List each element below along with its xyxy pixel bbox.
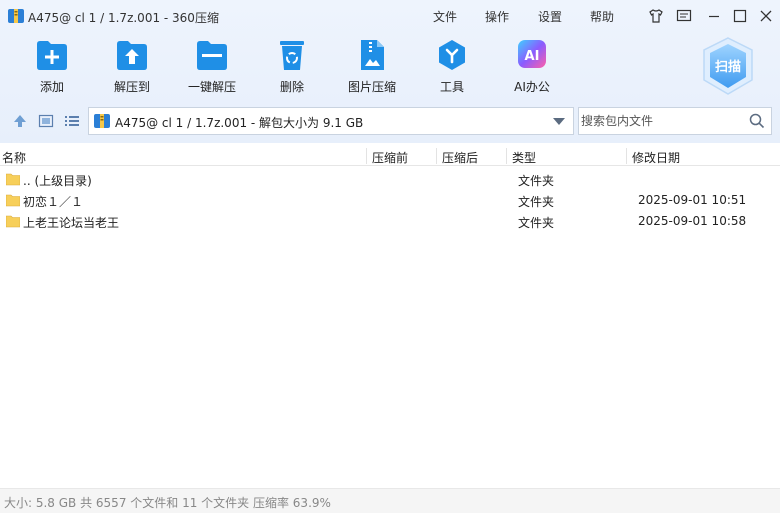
chevron-down-icon[interactable]	[553, 118, 565, 125]
status-text: 大小: 5.8 GB 共 6557 个文件和 11 个文件夹 压缩率 63.9%	[4, 496, 331, 510]
search-input[interactable]	[581, 111, 741, 131]
tshirt-icon	[649, 9, 663, 23]
add-folder-icon	[37, 41, 67, 70]
thumbnail-view-icon[interactable]	[38, 113, 54, 129]
tools-button[interactable]: 工具	[420, 38, 484, 98]
archive-icon	[94, 114, 110, 128]
row-type: 文件夹	[518, 174, 555, 188]
table-row-parent[interactable]: .. (上级目录) 文件夹	[0, 169, 780, 189]
window-title: A475@ cl 1 / 1.7z.001 - 360压缩	[28, 11, 219, 25]
column-divider[interactable]	[506, 148, 507, 164]
row-date: 2025-09-01 10:51	[638, 193, 747, 207]
add-label: 添加	[39, 80, 64, 94]
row-name: 初恋１／１	[23, 195, 84, 209]
row-name: 上老王论坛当老王	[23, 216, 120, 230]
column-modified[interactable]: 修改日期	[632, 149, 680, 166]
image-compress-icon	[361, 40, 384, 70]
ai-office-icon: AI	[518, 40, 546, 68]
row-type: 文件夹	[518, 195, 555, 209]
app-logo-icon	[8, 9, 24, 23]
image-compress-button[interactable]: 图片压缩	[340, 38, 404, 98]
status-bar: 大小: 5.8 GB 共 6557 个文件和 11 个文件夹 压缩率 63.9%	[0, 488, 780, 513]
list-view-icon[interactable]	[64, 113, 80, 129]
image-compress-label: 图片压缩	[347, 80, 396, 94]
up-arrow-icon[interactable]	[12, 113, 28, 129]
maximize-button[interactable]	[732, 8, 748, 24]
address-path: A475@ cl 1 / 1.7z.001 - 解包大小为 9.1 GB	[115, 116, 364, 130]
column-divider[interactable]	[436, 148, 437, 164]
delete-label: 删除	[279, 80, 304, 94]
scan-button[interactable]: 扫描	[700, 36, 756, 96]
minimize-icon	[709, 15, 719, 18]
extract-to-button[interactable]: 解压到	[100, 38, 164, 98]
close-icon	[760, 10, 772, 22]
menu-help[interactable]: 帮助	[590, 8, 614, 25]
skin-button[interactable]	[648, 8, 664, 24]
row-name: .. (上级目录)	[23, 174, 92, 188]
row-type: 文件夹	[518, 216, 555, 230]
extract-to-label: 解压到	[113, 80, 150, 94]
column-type[interactable]: 类型	[512, 149, 536, 166]
column-divider[interactable]	[366, 148, 367, 164]
menu-settings[interactable]: 设置	[538, 8, 562, 25]
maximize-icon	[733, 9, 747, 23]
file-list-header: 名称 压缩前 压缩后 类型 修改日期	[0, 146, 780, 166]
scan-shield-icon: 扫描	[703, 37, 753, 95]
menu-operate[interactable]: 操作	[485, 8, 509, 25]
folder-icon	[6, 194, 20, 207]
column-divider[interactable]	[626, 148, 627, 164]
ai-office-button[interactable]: AI AI办公	[500, 38, 564, 98]
add-button[interactable]: 添加	[20, 38, 84, 98]
tools-label: 工具	[439, 80, 464, 94]
column-packed[interactable]: 压缩前	[372, 149, 408, 166]
table-row[interactable]: 初恋１／１ 文件夹 2025-09-01 10:51	[0, 190, 780, 210]
column-compressed[interactable]: 压缩后	[442, 149, 478, 166]
one-click-extract-button[interactable]: 一键解压	[180, 38, 244, 98]
address-bar[interactable]: A475@ cl 1 / 1.7z.001 - 解包大小为 9.1 GB	[88, 107, 574, 135]
one-click-extract-icon	[197, 41, 227, 70]
message-icon	[676, 9, 692, 22]
delete-button[interactable]: 删除	[260, 38, 324, 98]
feedback-button[interactable]	[676, 8, 692, 24]
extract-folder-icon	[117, 41, 147, 70]
search-icon[interactable]	[749, 113, 765, 129]
one-click-extract-label: 一键解压	[187, 80, 236, 94]
tools-icon	[439, 40, 465, 70]
folder-icon	[6, 215, 20, 228]
column-name[interactable]: 名称	[2, 149, 26, 166]
row-date: 2025-09-01 10:58	[638, 214, 747, 228]
close-button[interactable]	[758, 8, 774, 24]
folder-icon	[6, 173, 20, 186]
minimize-button[interactable]	[706, 8, 722, 24]
menu-file[interactable]: 文件	[433, 8, 457, 25]
recycle-bin-icon	[280, 41, 304, 70]
ai-office-label: AI办公	[514, 80, 550, 94]
ai-badge-text: AI	[525, 49, 540, 64]
title-bar: A475@ cl 1 / 1.7z.001 - 360压缩 文件 操作 设置 帮…	[0, 0, 780, 32]
table-row[interactable]: 上老王论坛当老王 文件夹 2025-09-01 10:58	[0, 211, 780, 231]
scan-label: 扫描	[715, 59, 741, 75]
search-box[interactable]	[578, 107, 772, 135]
